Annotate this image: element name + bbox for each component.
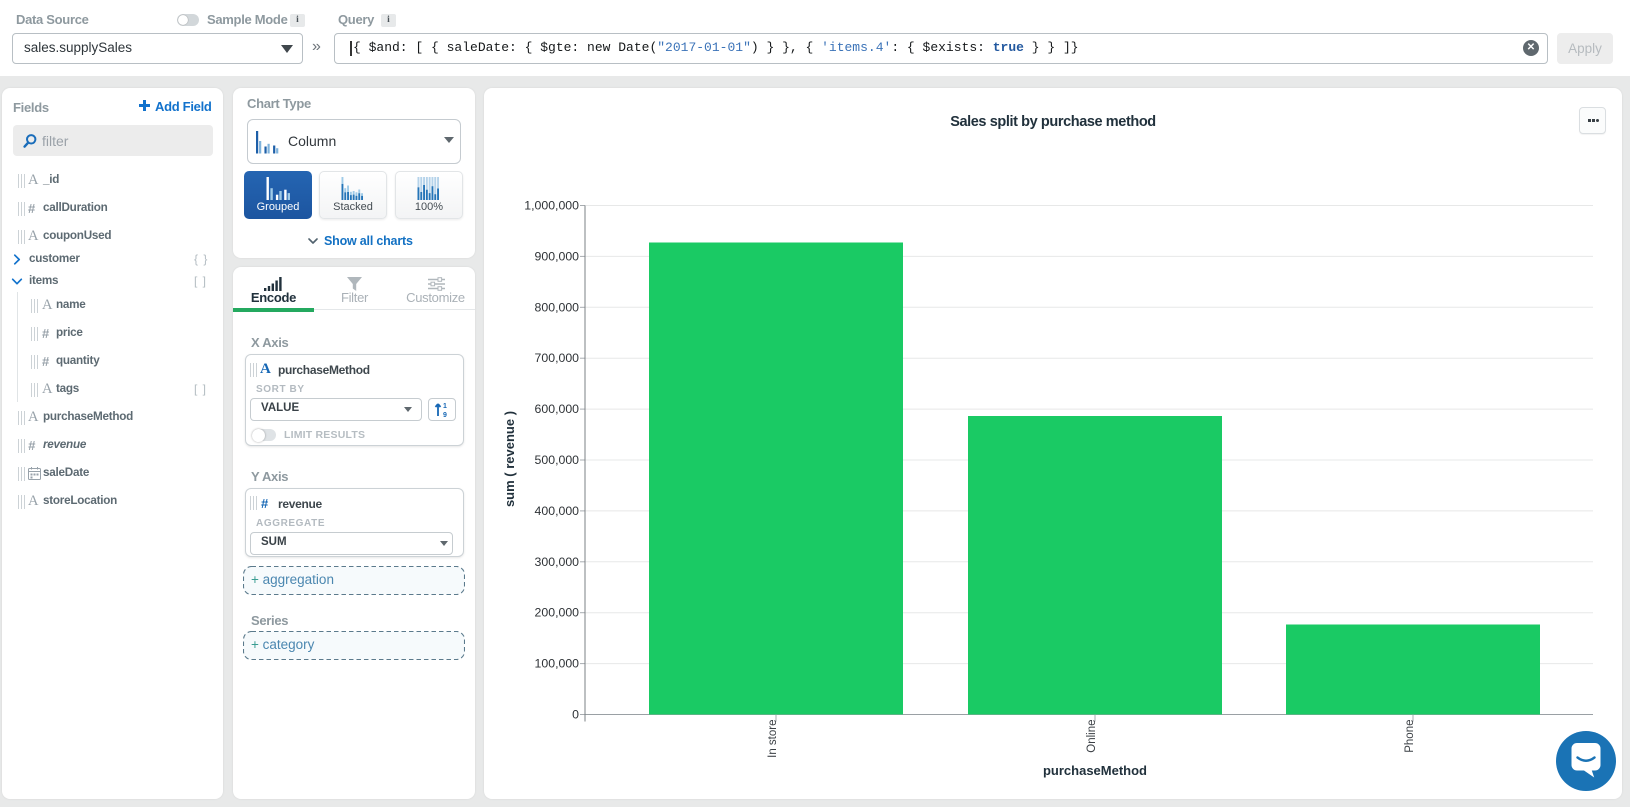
- svg-text:purchaseMethod: purchaseMethod: [1043, 763, 1147, 778]
- svg-text:1,000,000: 1,000,000: [524, 199, 579, 213]
- svg-text:Phone: Phone: [1404, 720, 1416, 753]
- svg-text:Online: Online: [1086, 720, 1098, 753]
- svg-text:In store: In store: [767, 720, 779, 758]
- svg-text:400,000: 400,000: [535, 504, 580, 518]
- svg-text:100,000: 100,000: [535, 657, 580, 671]
- svg-text:0: 0: [572, 708, 579, 722]
- svg-text:800,000: 800,000: [535, 300, 580, 314]
- svg-text:1: 1: [443, 403, 447, 410]
- svg-text:200,000: 200,000: [535, 606, 580, 620]
- svg-text:9: 9: [443, 412, 447, 418]
- svg-text:900,000: 900,000: [535, 249, 580, 263]
- svg-text:sum ( revenue ): sum ( revenue ): [502, 411, 517, 507]
- svg-text:700,000: 700,000: [535, 351, 580, 365]
- svg-text:300,000: 300,000: [535, 555, 580, 569]
- svg-text:600,000: 600,000: [535, 402, 580, 416]
- svg-text:500,000: 500,000: [535, 453, 580, 467]
